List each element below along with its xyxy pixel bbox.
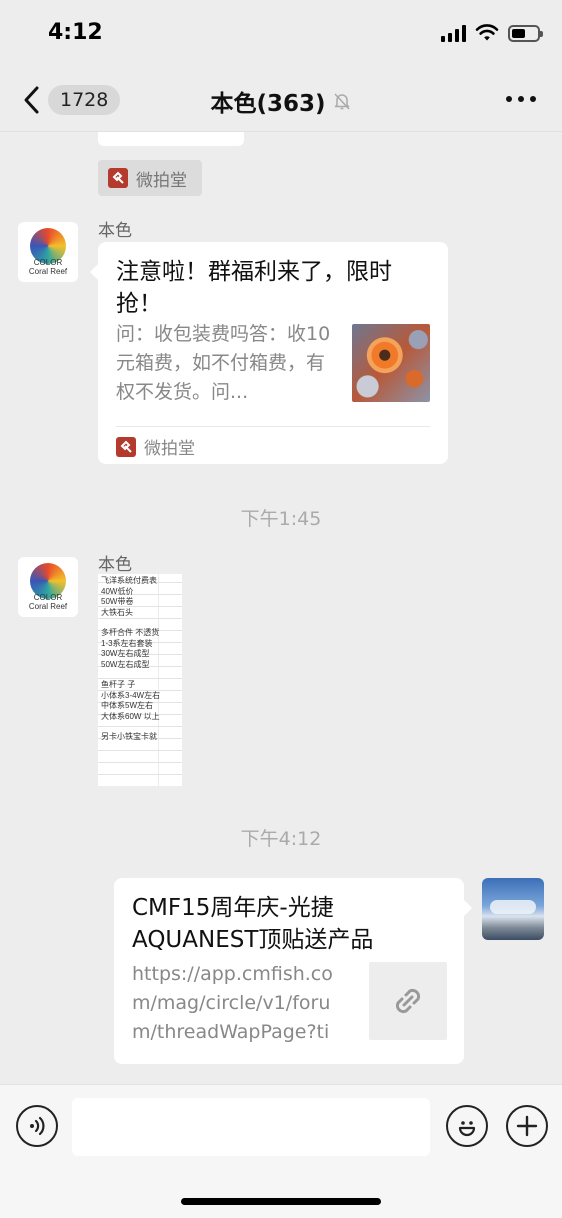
image-text-lines: 飞洋系统付费表 40W低价 50W带卷 大铁石头多杆合件 不透货 1-3系左右套装 30W… — [101, 576, 179, 743]
my-avatar[interactable] — [482, 878, 544, 940]
weipaitang-logo-icon — [116, 436, 136, 457]
weipaitang-logo-icon — [108, 168, 128, 188]
mini-program-card[interactable]: 注意啦！群福利来了，限时抢！ 问：收包装费吗答：收10元箱费，如不付箱费，有权不… — [90, 242, 448, 464]
chat-message-list[interactable]: 微拍堂 COLOR Coral Reef 本色 注意啦！群福利来了，限时抢！ 问：… — [0, 132, 562, 1082]
image-text-line: 大铁石头 — [101, 607, 133, 617]
card-title: 注意啦！群福利来了，限时抢！ — [116, 259, 392, 317]
image-text-line — [101, 670, 179, 680]
avatar-brand-line1: COLOR — [33, 258, 63, 267]
card-divider — [116, 426, 430, 427]
bell-slash-icon — [333, 93, 350, 110]
previous-card-source[interactable]: 微拍堂 — [98, 160, 202, 196]
image-text-line: 鱼杆子 子 — [101, 680, 136, 689]
avatar-brand-line1: COLOR — [33, 593, 63, 602]
card-description: 问：收包装费吗答：收10元箱费，如不付箱费，有权不发货。问... — [116, 323, 331, 403]
avatar-brand-line2: Coral Reef — [28, 602, 68, 611]
emoji-button[interactable] — [446, 1105, 488, 1147]
card-source: 微拍堂 — [116, 434, 195, 459]
battery-icon — [508, 24, 543, 42]
more-options-button[interactable] — [506, 96, 536, 102]
sender-avatar[interactable]: COLOR Coral Reef — [18, 222, 78, 282]
image-text-line: 40W低价 — [101, 586, 134, 596]
image-text-line: 飞洋系统付费表 — [101, 576, 157, 585]
chat-title-area[interactable]: 本色(363) — [150, 84, 412, 118]
image-text-line: 小体系3-4W左右 — [101, 690, 161, 700]
more-functions-button[interactable] — [506, 1105, 548, 1147]
image-text-line — [101, 618, 179, 628]
home-indicator — [181, 1198, 381, 1205]
image-text-line: 中体系5W左右 — [101, 701, 153, 710]
card-url: https://app.cmfish.com/mag/circle/v1/for… — [132, 963, 333, 1043]
chevron-left-icon — [24, 86, 39, 114]
image-text-line: 多杆合件 不透货 — [101, 628, 160, 637]
sender-name: 本色 — [98, 555, 132, 575]
image-text-line: 另卡小铁宝卡就 — [101, 732, 157, 741]
cellular-signal-icon — [441, 24, 466, 42]
image-text-line — [101, 722, 179, 732]
link-thumbnail — [369, 962, 447, 1040]
image-message[interactable]: 飞洋系统付费表 40W低价 50W带卷 大铁石头多杆合件 不透货 1-3系左右套装 30W… — [98, 574, 182, 786]
image-text-line: 50W带卷 — [101, 597, 134, 606]
image-text-line: 1-3系左右套装 — [101, 638, 153, 648]
status-time: 4:12 — [48, 20, 103, 45]
status-icons — [441, 24, 543, 42]
status-bar: 4:12 — [0, 0, 562, 68]
wifi-icon — [475, 24, 499, 41]
sender-name: 本色 — [98, 221, 132, 241]
sender-avatar[interactable]: COLOR Coral Reef — [18, 557, 78, 617]
card-thumbnail — [352, 324, 430, 402]
link-icon — [395, 988, 421, 1014]
image-text-line: 大体系60W 以上 — [101, 711, 160, 721]
plus-icon — [516, 1115, 538, 1137]
image-text-line: 50W左右成型 — [101, 659, 150, 669]
message-input[interactable] — [72, 1098, 430, 1156]
card-title: CMF15周年庆-光捷AQUANEST顶贴送产品 — [132, 895, 374, 953]
back-button[interactable]: 1728 — [22, 82, 122, 118]
link-card[interactable]: CMF15周年庆-光捷AQUANEST顶贴送产品 https://app.cmf… — [114, 878, 472, 1064]
chat-title: 本色(363) — [210, 91, 326, 117]
message-timestamp: 下午4:12 — [240, 828, 322, 850]
card-source-label: 微拍堂 — [144, 439, 195, 459]
message-timestamp: 下午1:45 — [240, 508, 322, 530]
image-text-line: 30W左右成型 — [101, 649, 150, 658]
voice-icon — [30, 1116, 45, 1136]
emoji-icon — [458, 1121, 476, 1137]
previous-card-bottom — [98, 132, 244, 146]
unread-count-badge: 1728 — [48, 85, 121, 115]
avatar-brand-line2: Coral Reef — [28, 267, 68, 276]
chat-header: 1728 本色(363) — [0, 68, 562, 132]
voice-input-button[interactable] — [16, 1105, 58, 1147]
previous-card-source-label: 微拍堂 — [136, 170, 187, 191]
ellipsis-icon — [506, 96, 512, 102]
